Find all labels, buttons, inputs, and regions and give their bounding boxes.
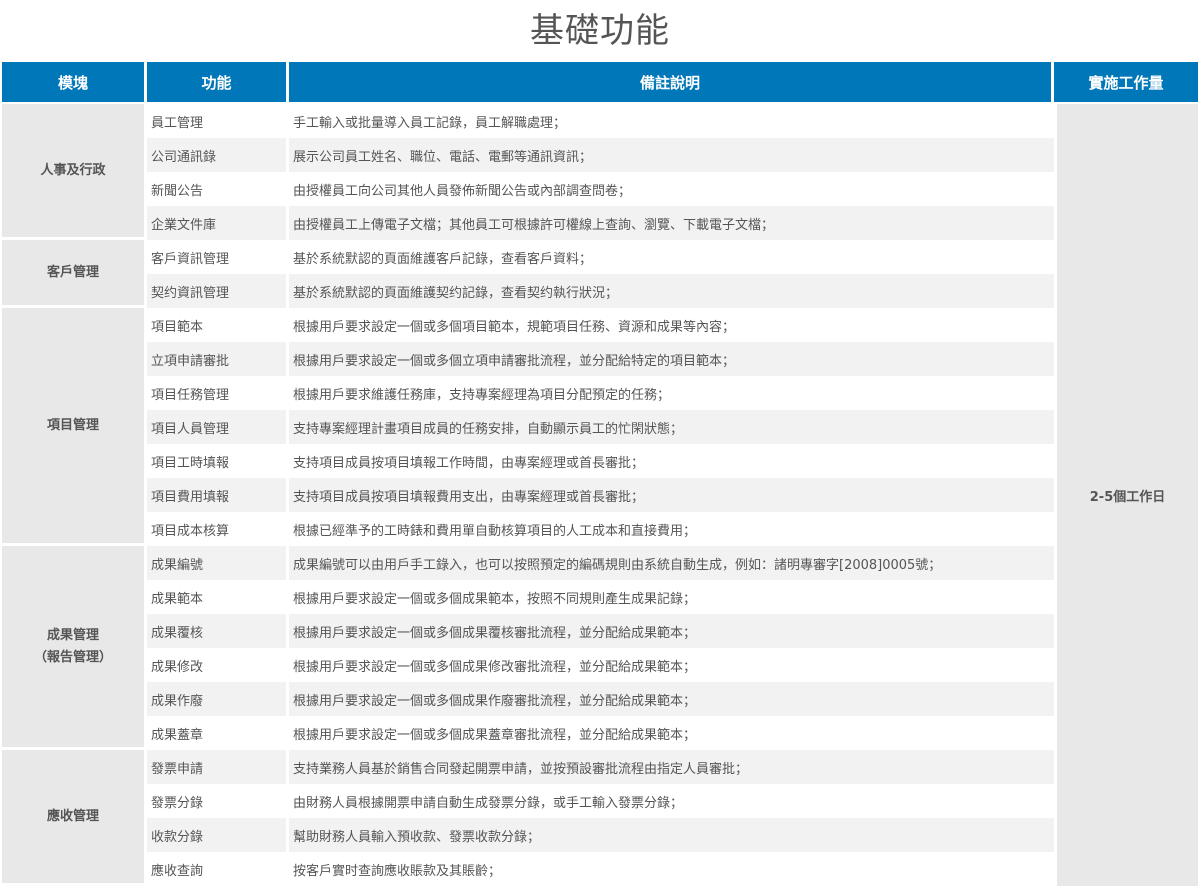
note-cell: 手工輸入或批量導入員工記錄，員工解職處理； (289, 104, 1054, 138)
table-row: 企業文件庫 由授權員工上傳電子文檔；其他員工可根據許可權線上查詢、瀏覽、下載電子… (2, 206, 1198, 240)
note-cell: 支持項目成員按項目填報費用支出，由專案經理或首長審批； (289, 478, 1054, 512)
note-cell: 根據用戶要求維護任務庫，支持專案經理為項目分配預定的任務； (289, 376, 1054, 410)
function-cell: 應收查詢 (147, 852, 289, 886)
table-row: 成果蓋章 根據用戶要求設定一個或多個成果蓋章審批流程，並分配給成果範本； (2, 716, 1198, 750)
header-note: 備註說明 (289, 62, 1054, 104)
function-cell: 企業文件庫 (147, 206, 289, 240)
function-cell: 成果修改 (147, 648, 289, 682)
module-results: 成果管理 （報告管理） (2, 546, 147, 750)
function-cell: 項目人員管理 (147, 410, 289, 444)
note-cell: 支持業務人員基於銷售合同發起開票申請，並按預設審批流程由指定人員審批； (289, 750, 1054, 784)
table-row: 應收查詢 按客戶實时查詢應收賬款及其賬齡； (2, 852, 1198, 886)
header-effort: 實施工作量 (1054, 62, 1198, 104)
note-cell: 根據用戶要求設定一個或多個成果蓋章審批流程，並分配給成果範本； (289, 716, 1054, 750)
table-row: 客戶管理 客戶資訊管理 基於系統默認的頁面維護客戶記錄，查看客戶資料； (2, 240, 1198, 308)
module-hr-admin: 人事及行政 (2, 104, 147, 240)
function-cell: 成果編號 (147, 546, 289, 580)
table-row: 項目費用填報 支持項目成員按項目填報費用支出，由專案經理或首長審批； (2, 478, 1198, 512)
note-cell: 展示公司員工姓名、職位、電話、電郵等通訊資訊； (289, 138, 1054, 172)
note-cell: 基於系統默認的頁面維護契约記錄，查看契约執行狀況； (289, 274, 1054, 308)
function-cell: 成果蓋章 (147, 716, 289, 750)
table-row: 新聞公告 由授權員工向公司其他人員發佈新聞公告或內部調查問卷； (2, 172, 1198, 206)
note-cell: 由授權員工上傳電子文檔；其他員工可根據許可權線上查詢、瀏覽、下載電子文檔； (289, 206, 1054, 240)
function-cell: 項目工時填報 (147, 444, 289, 478)
table-row: 成果修改 根據用戶要求設定一個或多個成果修改審批流程，並分配給成果範本； (2, 648, 1198, 682)
function-cell: 項目成本核算 (147, 512, 289, 546)
table-row: 成果範本 根據用戶要求設定一個或多個成果範本，按照不同規則產生成果記錄； (2, 580, 1198, 614)
function-cell: 契约資訊管理 (147, 274, 289, 308)
table-header-row: 模塊 功能 備註說明 實施工作量 (2, 62, 1198, 104)
function-cell: 公司通訊錄 (147, 138, 289, 172)
note-cell: 根據用戶要求設定一個或多個成果覆核審批流程，並分配給成果範本； (289, 614, 1054, 648)
table-row: 項目管理 項目範本 根據用戶要求設定一個或多個項目範本，規範項目任務、資源和成果… (2, 308, 1198, 546)
table-row: 收款分錄 幫助財務人員輸入預收款、發票收款分錄； (2, 818, 1198, 852)
function-cell: 發票申請 (147, 750, 289, 784)
function-cell: 立項申請審批 (147, 342, 289, 376)
function-cell: 收款分錄 (147, 818, 289, 852)
function-cell: 新聞公告 (147, 172, 289, 206)
note-cell: 由授權員工向公司其他人員發佈新聞公告或內部調查問卷； (289, 172, 1054, 206)
note-cell: 成果編號可以由用戶手工錄入，也可以按照預定的編碼規則由系統自動生成，例如：諸明專… (289, 546, 1054, 580)
module-receivables: 應收管理 (2, 750, 147, 886)
note-cell: 根據用戶要求設定一個或多個成果修改審批流程，並分配給成果範本； (289, 648, 1054, 682)
table-row: 項目工時填報 支持項目成員按項目填報工作時間，由專案經理或首長審批； (2, 444, 1198, 478)
module-results-line1: 成果管理 (46, 627, 99, 643)
table-row: 公司通訊錄 展示公司員工姓名、職位、電話、電郵等通訊資訊； (2, 138, 1198, 172)
module-customer: 客戶管理 (2, 240, 147, 308)
note-cell: 根據已經準予的工時錶和費用單自動核算項目的人工成本和直接費用； (289, 512, 1054, 546)
module-results-line2: （報告管理） (33, 649, 112, 665)
function-cell: 成果覆核 (147, 614, 289, 648)
page-title: 基礎功能 (530, 11, 670, 51)
table-row: 項目成本核算 根據已經準予的工時錶和費用單自動核算項目的人工成本和直接費用； (2, 512, 1198, 546)
table-row: 成果管理 （報告管理） 成果編號 成果編號可以由用戶手工錄入，也可以按照預定的編… (2, 546, 1198, 750)
function-cell: 員工管理 (147, 104, 289, 138)
table-row: 應收管理 發票申請 支持業務人員基於銷售合同發起開票申請，並按預設審批流程由指定… (2, 750, 1198, 886)
table-row: 發票分錄 由財務人員根據開票申請自動生成發票分錄，或手工輸入發票分錄； (2, 784, 1198, 818)
function-cell: 項目任務管理 (147, 376, 289, 410)
table-row: 成果作廢 根據用戶要求設定一個或多個成果作廢審批流程，並分配給成果範本； (2, 682, 1198, 716)
function-cell: 成果範本 (147, 580, 289, 614)
note-cell: 根據用戶要求設定一個或多個成果作廢審批流程，並分配給成果範本； (289, 682, 1054, 716)
table-row: 成果覆核 根據用戶要求設定一個或多個成果覆核審批流程，並分配給成果範本； (2, 614, 1198, 648)
note-cell: 由財務人員根據開票申請自動生成發票分錄，或手工輸入發票分錄； (289, 784, 1054, 818)
note-cell: 根據用戶要求設定一個或多個項目範本，規範項目任務、資源和成果等內容； (289, 308, 1054, 342)
function-cell: 成果作廢 (147, 682, 289, 716)
note-cell: 根據用戶要求設定一個或多個成果範本，按照不同規則產生成果記錄； (289, 580, 1054, 614)
feature-table: 模塊 功能 備註說明 實施工作量 人事及行政 員工管理 手工輸入或批量導入員工記… (2, 62, 1198, 886)
header-module: 模塊 (2, 62, 147, 104)
note-cell: 支持專案經理計畫項目成員的任務安排，自動顯示員工的忙閑狀態； (289, 410, 1054, 444)
table-row: 項目任務管理 根據用戶要求維護任務庫，支持專案經理為項目分配預定的任務； (2, 376, 1198, 410)
function-cell: 發票分錄 (147, 784, 289, 818)
function-cell: 項目費用填報 (147, 478, 289, 512)
note-cell: 支持項目成員按項目填報工作時間，由專案經理或首長審批； (289, 444, 1054, 478)
function-cell: 項目範本 (147, 308, 289, 342)
function-cell: 客戶資訊管理 (147, 240, 289, 274)
note-cell: 根據用戶要求設定一個或多個立項申請審批流程，並分配給特定的項目範本； (289, 342, 1054, 376)
effort-value: 2-5個工作日 (1054, 104, 1198, 886)
note-cell: 按客戶實时查詢應收賬款及其賬齡； (289, 852, 1054, 886)
table-row: 立項申請審批 根據用戶要求設定一個或多個立項申請審批流程，並分配給特定的項目範本… (2, 342, 1198, 376)
table-row: 契约資訊管理 基於系統默認的頁面維護契约記錄，查看契约執行狀況； (2, 274, 1198, 308)
header-function: 功能 (147, 62, 289, 104)
module-project: 項目管理 (2, 308, 147, 546)
note-cell: 幫助財務人員輸入預收款、發票收款分錄； (289, 818, 1054, 852)
note-cell: 基於系統默認的頁面維護客戶記錄，查看客戶資料； (289, 240, 1054, 274)
table-row: 項目人員管理 支持專案經理計畫項目成員的任務安排，自動顯示員工的忙閑狀態； (2, 410, 1198, 444)
table-row: 人事及行政 員工管理 手工輸入或批量導入員工記錄，員工解職處理； 2-5個工作日 (2, 104, 1198, 886)
